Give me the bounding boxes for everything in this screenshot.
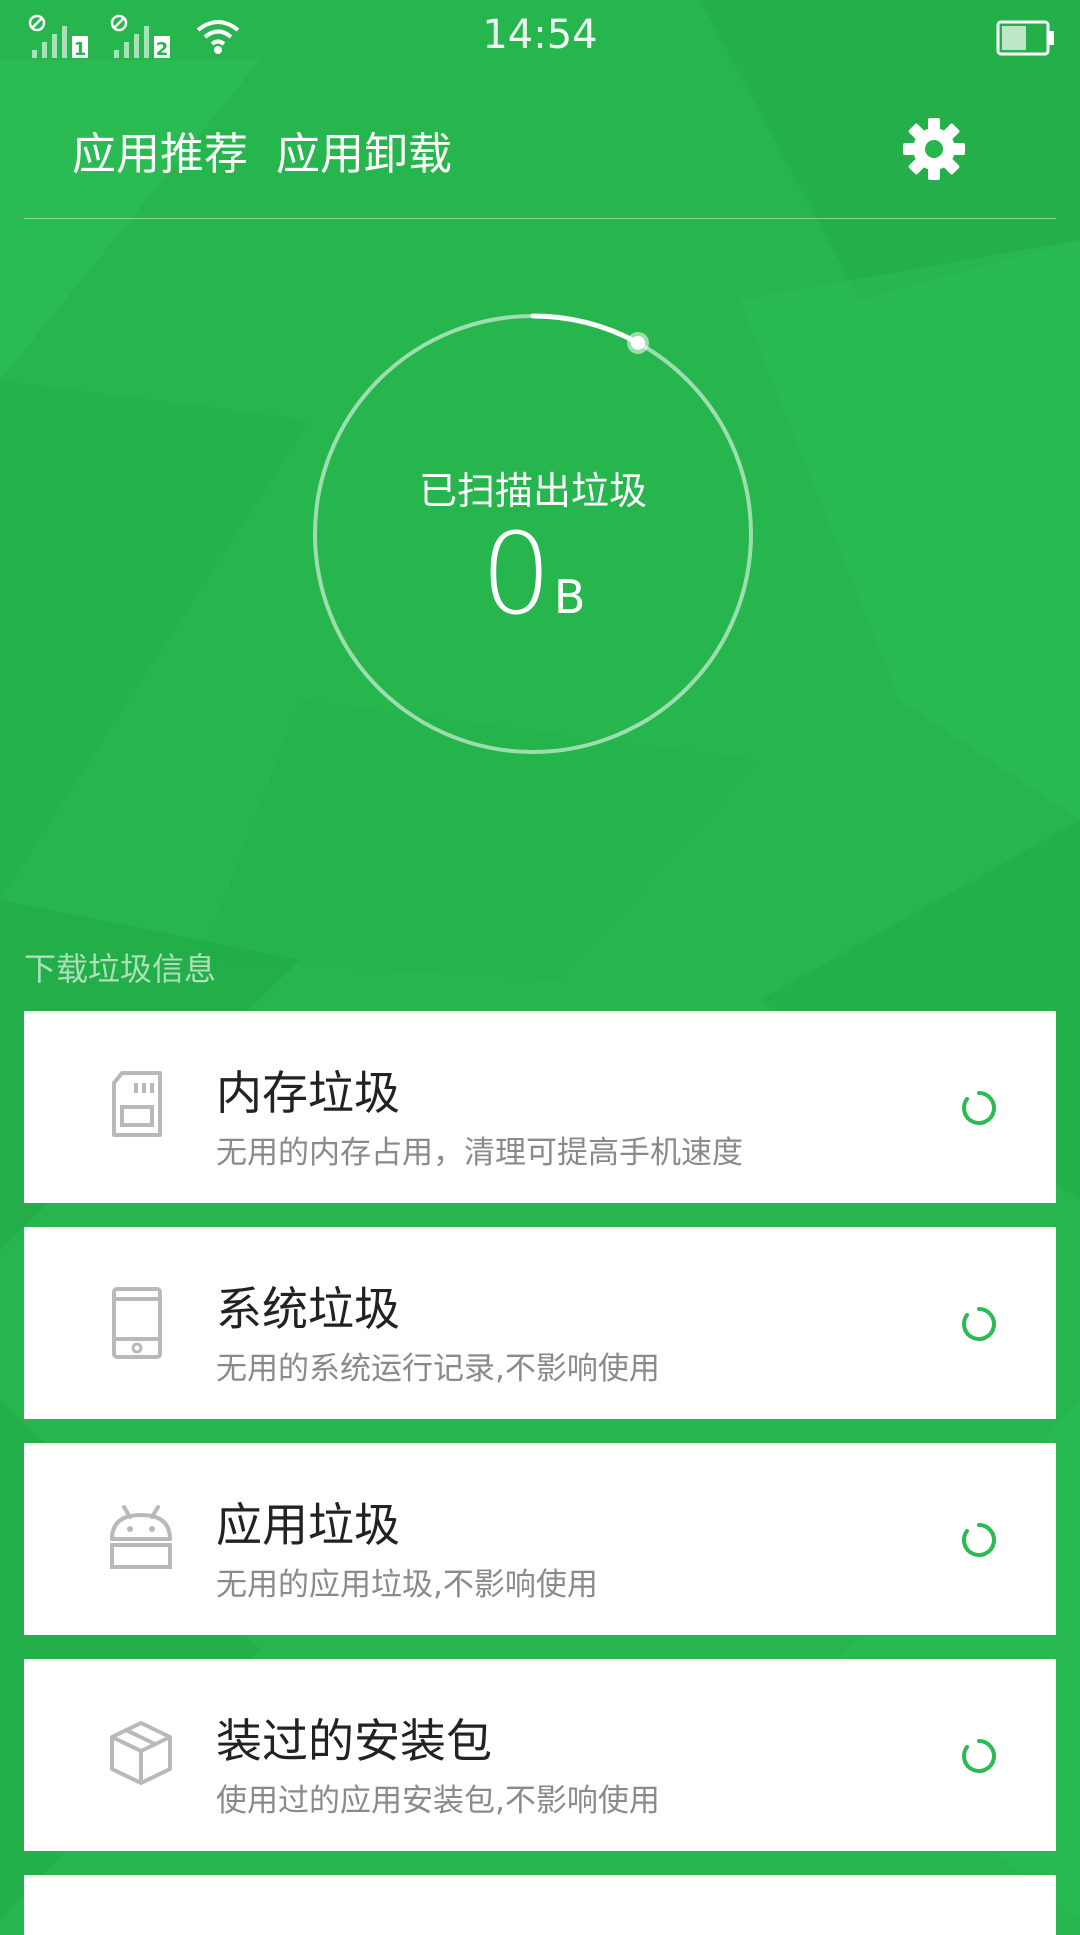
item-description: 无用的系统运行记录,不影响使用 — [216, 1351, 660, 1387]
item-title: 装过的安装包 — [216, 1714, 492, 1768]
loading-spinner-icon — [962, 1523, 996, 1557]
package-box-icon — [84, 1709, 204, 1799]
scan-size-value: 0 — [480, 510, 552, 640]
android-icon — [84, 1493, 204, 1583]
list-item-system-junk[interactable]: 系统垃圾 无用的系统运行记录,不影响使用 — [24, 1227, 1056, 1419]
list-item-installed-packages[interactable]: 装过的安装包 使用过的应用安装包,不影响使用 — [24, 1659, 1056, 1851]
status-time: 14:54 — [482, 12, 598, 58]
scan-progress-ring: 已扫描出垃圾 0B — [309, 310, 757, 758]
list-item-memory-junk[interactable]: 内存垃圾 无用的内存占用，清理可提高手机速度 — [24, 1011, 1056, 1203]
section-title: 下载垃圾信息 — [24, 950, 217, 988]
list-item-partial[interactable] — [24, 1875, 1056, 1935]
gear-icon[interactable] — [901, 116, 967, 182]
scan-ring-progress — [530, 313, 641, 346]
item-description: 使用过的应用安装包,不影响使用 — [216, 1783, 660, 1819]
sd-card-icon — [84, 1061, 204, 1151]
loading-spinner-icon — [962, 1739, 996, 1773]
top-bar: 应用推荐 应用卸载 — [0, 80, 1080, 218]
scan-size: 0B — [309, 510, 757, 640]
loading-spinner-icon — [962, 1307, 996, 1341]
item-title: 内存垃圾 — [216, 1066, 400, 1120]
scan-ring-marker — [631, 335, 646, 350]
tab-app-recommend[interactable]: 应用推荐 — [72, 118, 248, 182]
battery-icon — [996, 20, 1054, 56]
phone-icon — [84, 1277, 204, 1367]
status-bar: 1 2 14:54 — [0, 0, 1080, 80]
scan-label: 已扫描出垃圾 — [418, 469, 647, 513]
scan-size-unit: B — [553, 570, 586, 624]
item-description: 无用的应用垃圾,不影响使用 — [216, 1567, 598, 1603]
loading-spinner-icon — [962, 1091, 996, 1125]
tab-app-uninstall[interactable]: 应用卸载 — [276, 118, 452, 182]
list-item-app-junk[interactable]: 应用垃圾 无用的应用垃圾,不影响使用 — [24, 1443, 1056, 1635]
item-title: 系统垃圾 — [216, 1282, 400, 1336]
item-title: 应用垃圾 — [216, 1498, 400, 1552]
item-description: 无用的内存占用，清理可提高手机速度 — [216, 1135, 743, 1171]
header-divider — [24, 218, 1056, 219]
